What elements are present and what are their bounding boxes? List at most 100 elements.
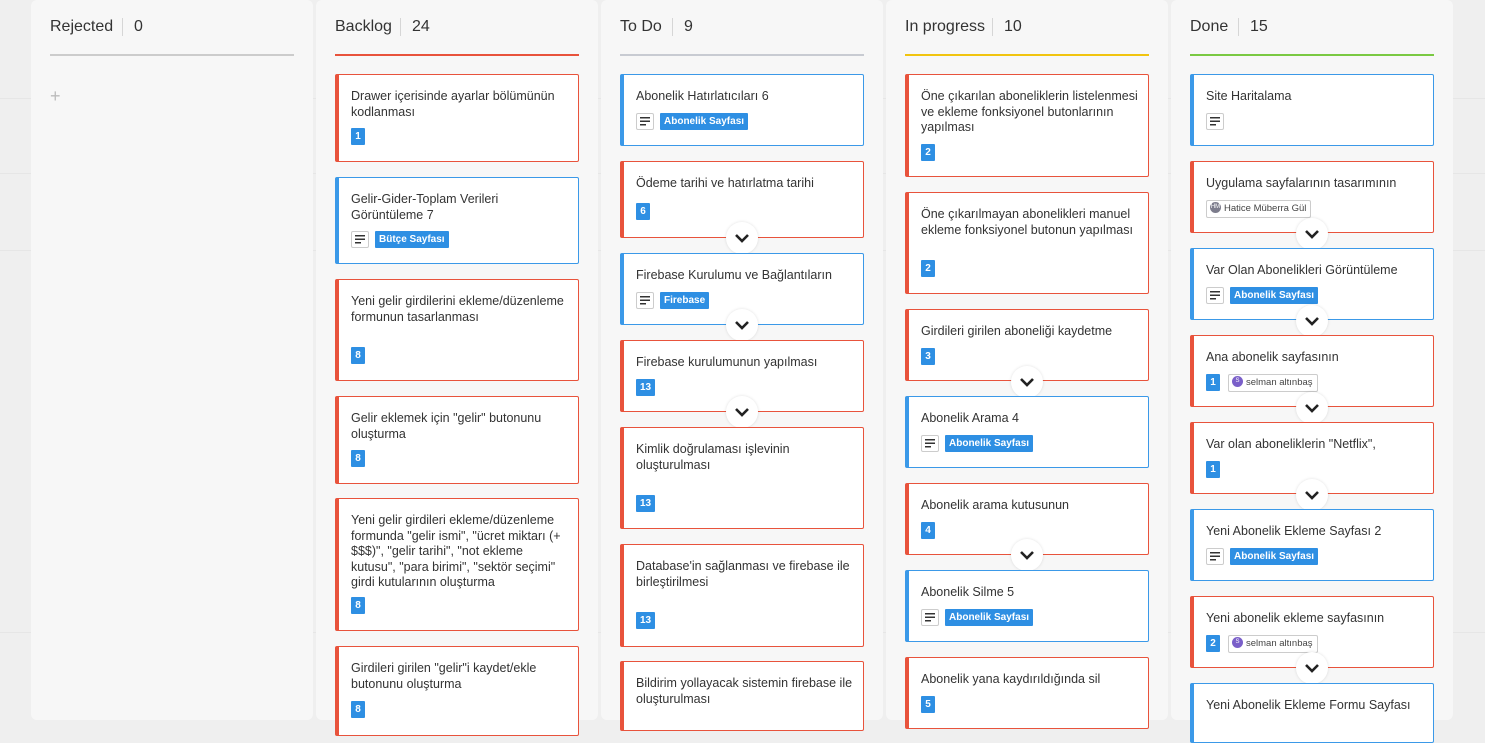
column-count: 10 — [992, 18, 1022, 36]
story-points-badge: 2 — [1206, 635, 1220, 652]
card-title: Yeni gelir girdilerini ekleme/düzenleme … — [351, 294, 564, 324]
card-title: Bildirim yollayacak sistemin firebase il… — [636, 676, 853, 706]
column-backlog: Backlog 24 Drawer içerisinde ayarlar böl… — [316, 0, 598, 736]
column-title: In progress — [905, 18, 986, 35]
task-card[interactable]: Yeni gelir girdilerini ekleme/düzenleme … — [335, 279, 579, 381]
add-card-button[interactable]: + — [50, 86, 61, 107]
avatar: HM — [1210, 201, 1221, 213]
story-points-badge: 1 — [1206, 374, 1220, 391]
task-card[interactable]: Site Haritalama — [1190, 74, 1434, 146]
story-points-badge: 13 — [636, 495, 655, 512]
task-card[interactable]: Abonelik Arama 4 Abonelik Sayfası — [905, 396, 1149, 468]
assignee-chip: HM Hatice Müberra Gül — [1206, 200, 1312, 218]
description-icon — [1206, 548, 1224, 565]
avatar: S — [1232, 636, 1243, 648]
task-card[interactable]: Drawer içerisinde ayarlar bölümünün kodl… — [335, 74, 579, 162]
task-card[interactable]: Öne çıkarılmayan abonelikleri manuel ekl… — [905, 192, 1149, 294]
story-points-badge: 2 — [921, 144, 935, 161]
column-count: 24 — [400, 18, 430, 36]
column-title: Backlog — [335, 18, 392, 35]
column-title: To Do — [620, 18, 662, 35]
chevron-down-icon — [1305, 317, 1319, 326]
card-title: Girdileri girilen "gelir"i kaydet/ekle b… — [351, 661, 537, 691]
card-title: Öne çıkarılan aboneliklerin listelenmesi… — [921, 89, 1138, 135]
expand-button[interactable] — [1296, 305, 1328, 337]
card-title: Firebase kurulumunun yapılması — [636, 355, 818, 369]
card-title: Ödeme tarihi ve hatırlatma tarihi — [636, 176, 814, 190]
expand-button[interactable] — [1296, 652, 1328, 684]
epic-tag: Abonelik Sayfası — [1230, 548, 1319, 565]
column-in-progress: In progress 10 Öne çıkarılan abonelikler… — [886, 0, 1168, 729]
task-card[interactable]: Abonelik yana kaydırıldığında sil 5 — [905, 657, 1149, 729]
expand-button[interactable] — [1011, 366, 1043, 398]
column-rejected: Rejected 0 + — [31, 0, 313, 720]
expand-button[interactable] — [1296, 479, 1328, 511]
description-icon — [1206, 113, 1224, 130]
task-card[interactable]: Girdileri girilen "gelir"i kaydet/ekle b… — [335, 646, 579, 736]
card-title: Ana abonelik sayfasının — [1206, 350, 1339, 364]
task-card[interactable]: Gelir eklemek için "gelir" butonunu oluş… — [335, 396, 579, 484]
description-icon — [921, 435, 939, 452]
task-card[interactable]: Kimlik doğrulaması işlevinin oluşturulma… — [620, 427, 864, 529]
epic-tag: Abonelik Sayfası — [660, 113, 749, 130]
card-title: Database'in sağlanması ve firebase ile b… — [636, 559, 850, 589]
chevron-down-icon — [1305, 491, 1319, 500]
column-header: In progress 10 — [905, 18, 1149, 56]
assignee-name: Hatice Müberra Gül — [1224, 203, 1307, 214]
column-title: Done — [1190, 18, 1229, 35]
assignee-name: selman altınbaş — [1246, 638, 1313, 649]
card-title: Var olan aboneliklerin "Netflix", — [1206, 437, 1376, 451]
card-title: Gelir-Gider-Toplam Verileri Görüntüleme … — [351, 192, 499, 222]
card-title: Abonelik Silme 5 — [921, 585, 1015, 599]
chevron-down-icon — [1305, 664, 1319, 673]
column-done: Done 15 Site Haritalama Uygulama sayfala… — [1171, 0, 1453, 743]
card-title: Abonelik arama kutusunun — [921, 498, 1070, 512]
card-title: Abonelik Hatırlatıcıları 6 — [636, 89, 769, 103]
chevron-down-icon — [1020, 551, 1034, 560]
chevron-down-icon — [735, 321, 749, 330]
column-header: Done 15 — [1190, 18, 1434, 56]
description-icon — [1206, 287, 1224, 304]
card-title: Abonelik Arama 4 — [921, 411, 1019, 425]
story-points-badge: 8 — [351, 597, 365, 614]
expand-button[interactable] — [1296, 392, 1328, 424]
story-points-badge: 1 — [1206, 461, 1220, 478]
assignee-chip: Sselman altınbaş — [1228, 635, 1318, 653]
chevron-down-icon — [735, 234, 749, 243]
task-card[interactable]: Öne çıkarılan aboneliklerin listelenmesi… — [905, 74, 1149, 177]
task-card[interactable]: Gelir-Gider-Toplam Verileri Görüntüleme … — [335, 177, 579, 264]
story-points-badge: 8 — [351, 347, 365, 364]
expand-button[interactable] — [1296, 218, 1328, 250]
description-icon — [921, 609, 939, 626]
task-card[interactable]: Abonelik Silme 5 Abonelik Sayfası — [905, 570, 1149, 642]
column-title: Rejected — [50, 18, 114, 35]
column-header: To Do 9 — [620, 18, 864, 56]
expand-button[interactable] — [726, 396, 758, 428]
column-header: Rejected 0 — [50, 18, 294, 56]
card-title: Abonelik yana kaydırıldığında sil — [921, 672, 1101, 686]
story-points-badge: 3 — [921, 348, 935, 365]
task-card[interactable]: Yeni Abonelik Ekleme Formu Sayfası — [1190, 683, 1434, 743]
epic-tag: Abonelik Sayfası — [945, 609, 1034, 626]
story-points-badge: 13 — [636, 379, 655, 396]
expand-button[interactable] — [1011, 539, 1043, 571]
task-card[interactable]: Abonelik Hatırlatıcıları 6 Abonelik Sayf… — [620, 74, 864, 146]
column-header: Backlog 24 — [335, 18, 579, 56]
task-card[interactable]: Yeni Abonelik Ekleme Sayfası 2 Abonelik … — [1190, 509, 1434, 581]
column-todo: To Do 9 Abonelik Hatırlatıcıları 6 Abone… — [601, 0, 883, 731]
story-points-badge: 8 — [351, 701, 365, 718]
card-title: Kimlik doğrulaması işlevinin oluşturulma… — [636, 442, 790, 472]
task-card[interactable]: Bildirim yollayacak sistemin firebase il… — [620, 661, 864, 731]
expand-button[interactable] — [726, 309, 758, 341]
epic-tag: Bütçe Sayfası — [375, 231, 449, 248]
card-title: Site Haritalama — [1206, 89, 1292, 103]
description-icon — [636, 113, 654, 130]
card-title: Gelir eklemek için "gelir" butonunu oluş… — [351, 411, 542, 441]
assignee-chip: Sselman altınbaş — [1228, 374, 1318, 392]
expand-button[interactable] — [726, 222, 758, 254]
task-card[interactable]: Yeni gelir girdileri ekleme/düzenleme fo… — [335, 498, 579, 631]
story-points-badge: 8 — [351, 450, 365, 467]
task-card[interactable]: Database'in sağlanması ve firebase ile b… — [620, 544, 864, 647]
card-title: Yeni abonelik ekleme sayfasının — [1206, 611, 1385, 625]
story-points-badge: 13 — [636, 612, 655, 629]
